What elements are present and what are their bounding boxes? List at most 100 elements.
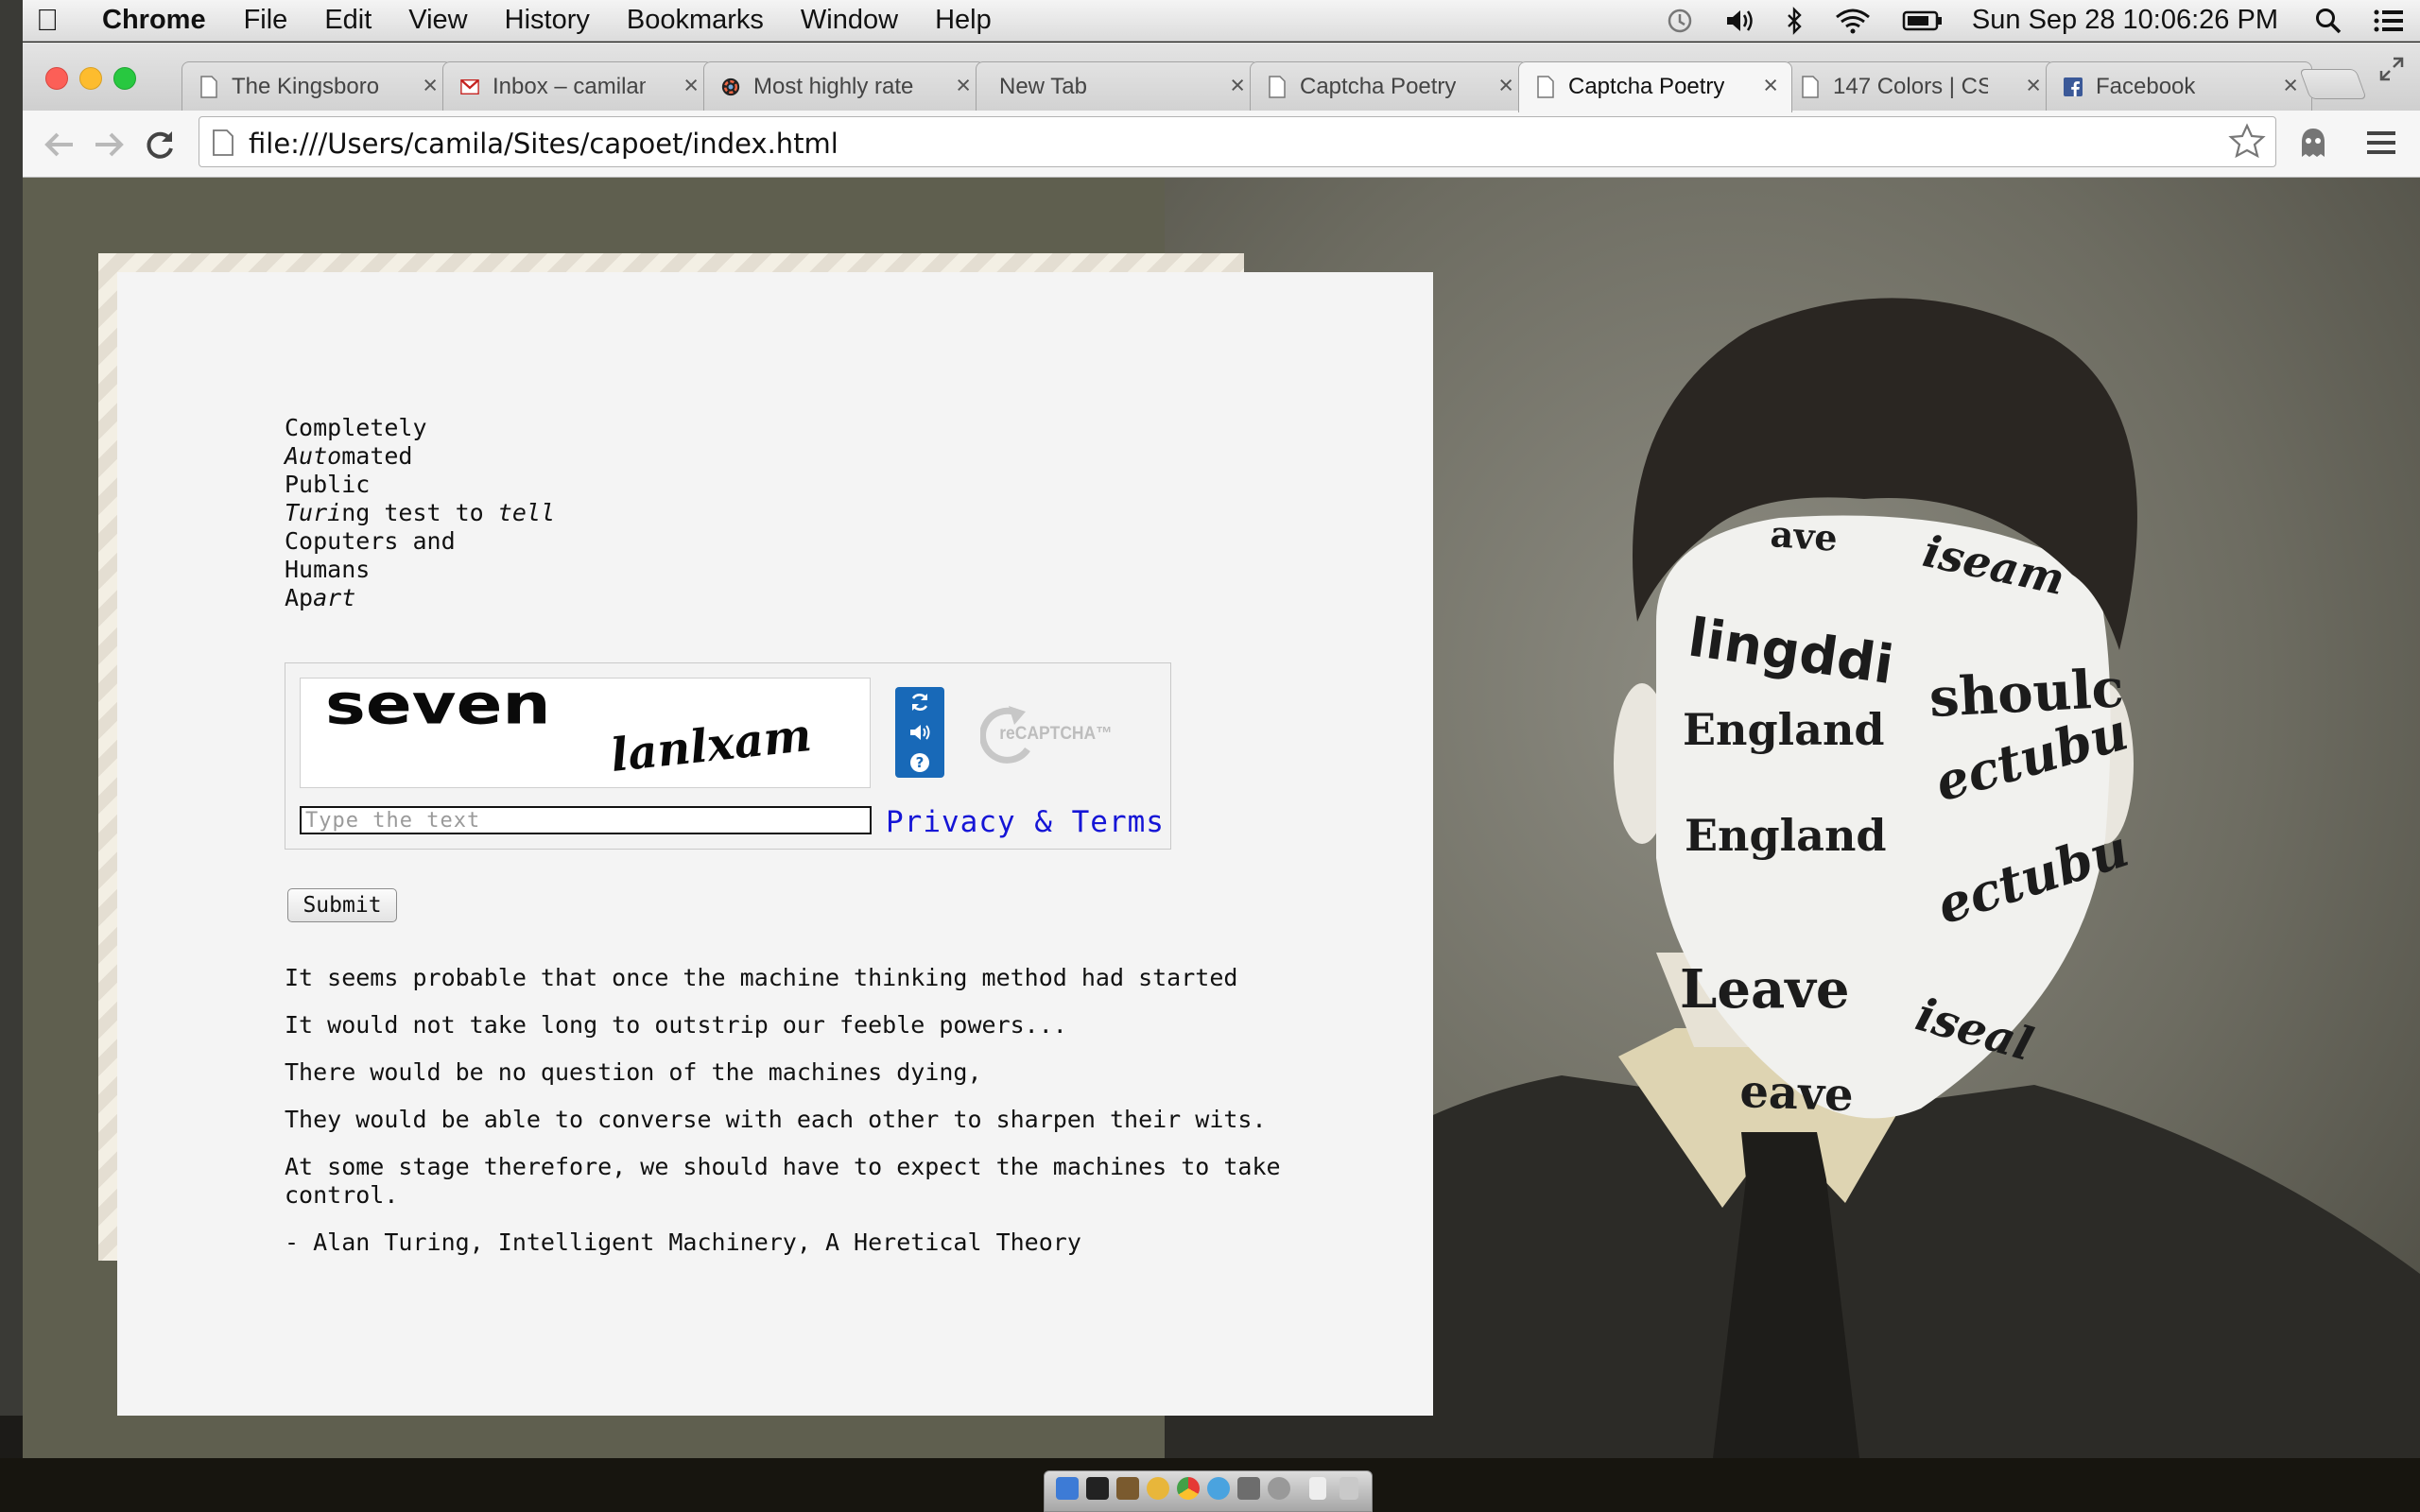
tab-close-icon[interactable]: × bbox=[683, 71, 699, 100]
page-icon bbox=[1801, 75, 1820, 98]
menu-bookmarks[interactable]: Bookmarks bbox=[627, 5, 764, 36]
bluetooth-icon[interactable] bbox=[1785, 6, 1804, 35]
tab-close-icon[interactable]: × bbox=[2026, 71, 2041, 100]
recaptcha-logo-text: reCAPTCHA™ bbox=[999, 722, 1112, 743]
menu-file[interactable]: File bbox=[244, 5, 288, 36]
turing-quote: It seems probable that once the machine … bbox=[285, 964, 1362, 1276]
face-word: eave bbox=[1739, 1065, 1855, 1122]
tab-title: Captcha Poetry bbox=[1300, 74, 1457, 99]
safari-icon[interactable] bbox=[1207, 1477, 1230, 1500]
wifi-icon[interactable] bbox=[1834, 7, 1872, 35]
battery-icon[interactable] bbox=[1902, 9, 1944, 33]
tab-captcha-poetry-active[interactable]: Captcha Poetry × bbox=[1518, 61, 1792, 112]
bookmark-star-icon[interactable] bbox=[2228, 123, 2266, 165]
quote-line: It seems probable that once the machine … bbox=[285, 964, 1238, 991]
tab-kingsboro[interactable]: The Kingsboro P × bbox=[182, 61, 452, 111]
cyberduck-icon[interactable] bbox=[1147, 1477, 1169, 1500]
address-url[interactable]: file:///Users/camila/Sites/capoet/index.… bbox=[249, 128, 838, 160]
documents-stack-icon[interactable] bbox=[1309, 1477, 1326, 1500]
quote-line: They would be able to converse with each… bbox=[285, 1106, 1267, 1133]
chrome-dock-icon[interactable] bbox=[1177, 1477, 1200, 1500]
tab-title: The Kingsboro P bbox=[232, 74, 385, 99]
notification-center-icon[interactable] bbox=[2373, 8, 2405, 34]
quote-attribution: - Alan Turing, Intelligent Machinery, A … bbox=[285, 1228, 1081, 1256]
quote-line: There would be no question of the machin… bbox=[285, 1058, 982, 1086]
refresh-captcha-icon[interactable] bbox=[895, 687, 944, 717]
submit-button[interactable]: Submit bbox=[287, 888, 397, 922]
acrostic-line: Public bbox=[285, 471, 371, 498]
page-icon bbox=[213, 129, 233, 156]
chrome-window: The Kingsboro P × Inbox – camilam × Most… bbox=[23, 43, 2420, 1458]
page-icon bbox=[1268, 75, 1287, 98]
finder-icon[interactable] bbox=[1056, 1477, 1079, 1500]
recaptcha-widget: seven lanlxam ? reCAPTCHA™ Type the text… bbox=[285, 662, 1171, 850]
tab-close-icon[interactable]: × bbox=[956, 71, 971, 100]
face-word: England bbox=[1685, 810, 1887, 861]
notes-icon[interactable] bbox=[1116, 1477, 1139, 1500]
captcha-controls: ? bbox=[895, 687, 944, 778]
spotlight-search-icon[interactable] bbox=[2314, 7, 2342, 35]
menu-bar-clock[interactable]: Sun Sep 28 10:06:26 PM bbox=[1972, 5, 2278, 36]
quote-line: It would not take long to outstrip our f… bbox=[285, 1011, 1067, 1039]
quote-line: At some stage therefore, we should have … bbox=[285, 1153, 1281, 1209]
menu-app-chrome[interactable]: Chrome bbox=[102, 5, 206, 36]
trash-icon[interactable] bbox=[1340, 1477, 1358, 1500]
audio-captcha-icon[interactable] bbox=[895, 717, 944, 747]
back-button[interactable] bbox=[42, 128, 76, 162]
acrostic-line: Apart bbox=[285, 584, 356, 611]
captcha-acrostic: Completely Automated Public Turing test … bbox=[285, 414, 555, 612]
menu-edit[interactable]: Edit bbox=[324, 5, 372, 36]
menu-view[interactable]: View bbox=[408, 5, 467, 36]
acrostic-line: Coputers and bbox=[285, 527, 456, 555]
ghostery-extension-icon[interactable] bbox=[2299, 127, 2327, 159]
tab-facebook[interactable]: Facebook × bbox=[2046, 61, 2312, 111]
reload-icon[interactable] bbox=[144, 128, 178, 162]
page-viewport: ave iseam lingddi shoulc England ectubu … bbox=[23, 178, 2420, 1458]
terminal-icon[interactable] bbox=[1086, 1477, 1109, 1500]
window-zoom-button[interactable] bbox=[113, 67, 136, 90]
tab-new-tab[interactable]: New Tab × bbox=[976, 61, 1259, 111]
recaptcha-logo: reCAPTCHA™ bbox=[979, 696, 1132, 772]
browser-toolbar: file:///Users/camila/Sites/capoet/index.… bbox=[23, 111, 2420, 178]
page-icon bbox=[199, 75, 218, 98]
window-close-button[interactable] bbox=[45, 67, 68, 90]
tab-147-colors[interactable]: 147 Colors | CSS × bbox=[1783, 61, 2055, 111]
content-card: Completely Automated Public Turing test … bbox=[117, 272, 1433, 1416]
window-minimize-button[interactable] bbox=[79, 67, 102, 90]
macos-menu-bar:  Chrome File Edit View History Bookmark… bbox=[0, 0, 2420, 42]
acrostic-line: Humans bbox=[285, 556, 371, 583]
acrostic-line: Automated bbox=[285, 442, 413, 470]
volume-icon[interactable] bbox=[1724, 7, 1754, 35]
privacy-terms-link[interactable]: Privacy & Terms bbox=[886, 805, 1165, 839]
forward-button[interactable] bbox=[93, 128, 127, 162]
time-machine-icon[interactable] bbox=[1666, 7, 1694, 35]
tab-captcha-poetry[interactable]: Captcha Poetry × bbox=[1250, 61, 1528, 111]
tab-title: New Tab bbox=[999, 74, 1087, 99]
face-word: ave bbox=[1769, 512, 1839, 559]
new-tab-button[interactable] bbox=[2299, 69, 2367, 99]
captcha-word-1: seven bbox=[325, 679, 551, 737]
captcha-image: seven lanlxam bbox=[300, 678, 871, 788]
tab-close-icon[interactable]: × bbox=[1763, 71, 1778, 100]
address-bar[interactable]: file:///Users/camila/Sites/capoet/index.… bbox=[199, 116, 2276, 167]
captcha-text-input[interactable] bbox=[300, 806, 872, 834]
chrome-menu-icon[interactable] bbox=[2365, 129, 2397, 156]
fullscreen-icon[interactable] bbox=[2378, 56, 2405, 82]
acrostic-line: Completely bbox=[285, 414, 427, 441]
tab-close-icon[interactable]: × bbox=[2283, 71, 2298, 100]
system-preferences-icon[interactable] bbox=[1237, 1477, 1260, 1500]
menu-window[interactable]: Window bbox=[801, 5, 898, 36]
launchpad-icon[interactable] bbox=[1268, 1477, 1290, 1500]
tab-strip: The Kingsboro P × Inbox – camilam × Most… bbox=[23, 43, 2420, 112]
menu-help[interactable]: Help bbox=[935, 5, 992, 36]
help-captcha-icon[interactable]: ? bbox=[895, 747, 944, 778]
captcha-word-2: lanlxam bbox=[608, 709, 814, 782]
tab-close-icon[interactable]: × bbox=[1498, 71, 1513, 100]
tab-close-icon[interactable]: × bbox=[423, 71, 438, 100]
tab-close-icon[interactable]: × bbox=[1230, 71, 1245, 100]
tab-most-highly-rated[interactable]: Most highly rate × bbox=[703, 61, 985, 111]
menu-history[interactable]: History bbox=[505, 5, 590, 36]
apple-menu-icon[interactable]:  bbox=[36, 3, 59, 38]
face-word: England bbox=[1683, 704, 1885, 755]
tab-gmail-inbox[interactable]: Inbox – camilam × bbox=[442, 61, 713, 111]
